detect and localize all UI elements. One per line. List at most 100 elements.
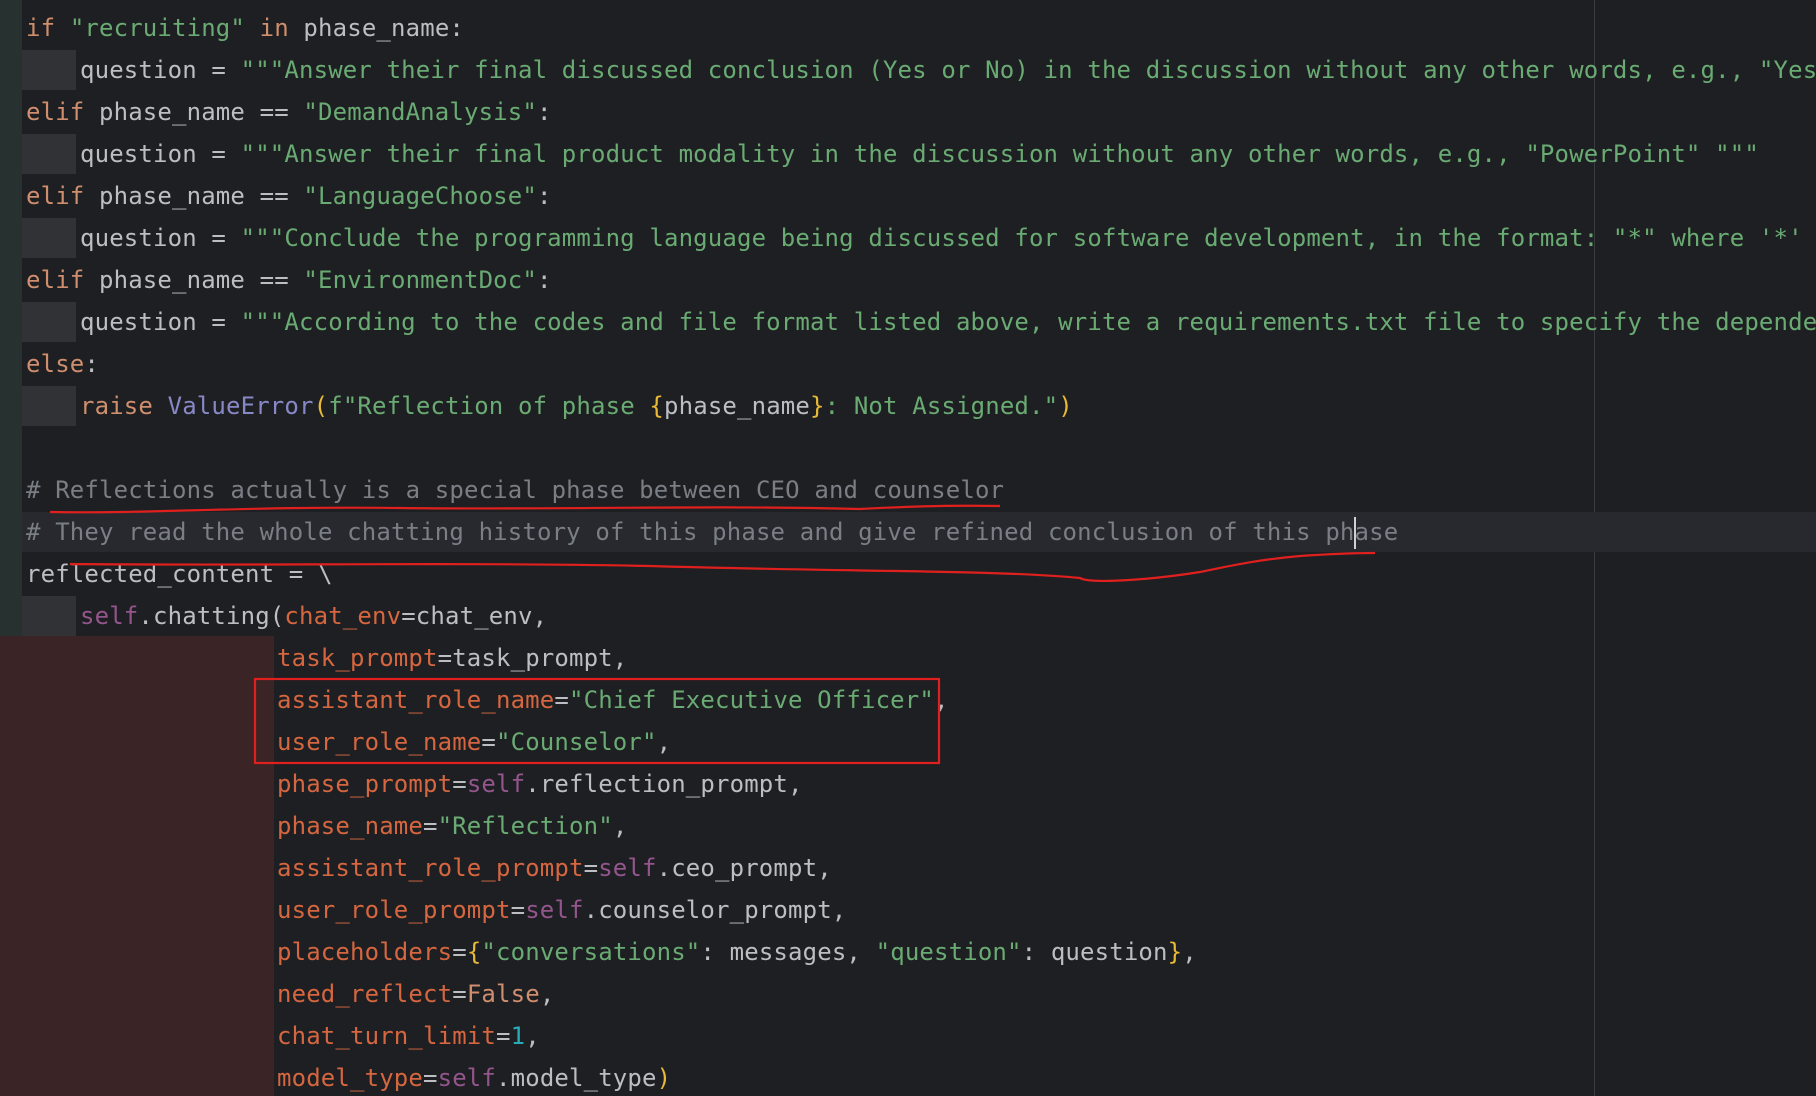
indent-guide <box>22 218 76 258</box>
code-token: phase_name == <box>99 98 304 126</box>
code-line[interactable]: reflected_content = \ <box>26 553 333 595</box>
code-token: assistant_role_prompt <box>277 854 584 882</box>
code-token: "Counselor" <box>496 728 657 756</box>
code-token: "conversations" <box>481 938 701 966</box>
code-token: question = <box>80 224 241 252</box>
code-token: , <box>525 1022 540 1050</box>
indent-guide <box>22 386 76 426</box>
code-line[interactable]: task_prompt=task_prompt, <box>277 637 627 679</box>
code-token: ase <box>1354 518 1399 546</box>
code-token: question = <box>80 140 241 168</box>
code-token: user_role_name <box>277 728 482 756</box>
code-token: { <box>466 938 482 966</box>
code-line[interactable]: else: <box>26 343 99 385</box>
code-token: question = <box>80 56 241 84</box>
code-token: = <box>583 854 599 882</box>
code-token: .counselor_prompt, <box>583 896 847 924</box>
code-token: need_reflect <box>277 980 453 1008</box>
code-line[interactable]: if "recruiting" in phase_name: <box>26 7 464 49</box>
code-token: # Reflections actually is a special phas… <box>26 476 1005 504</box>
code-token: : <box>84 350 100 378</box>
code-token: : question <box>1021 938 1168 966</box>
code-line[interactable]: user_role_name="Counselor", <box>277 721 671 763</box>
code-token: ) <box>656 1064 672 1092</box>
code-token: self <box>525 896 584 924</box>
code-token: "recruiting" <box>69 14 246 42</box>
code-token: "Reflection" <box>437 812 613 840</box>
code-line[interactable]: self.chatting(chat_env=chat_env, <box>22 595 547 637</box>
code-token: "LanguageChoose" <box>303 182 537 210</box>
code-token: else <box>26 350 85 378</box>
code-line[interactable]: need_reflect=False, <box>277 973 554 1015</box>
code-token: phase_name <box>664 392 811 420</box>
code-token: placeholders <box>277 938 453 966</box>
code-token: task_prompt <box>277 644 438 672</box>
code-token: phase_name == <box>99 182 304 210</box>
code-token: chat_env <box>284 602 402 630</box>
code-token: model_type <box>277 1064 423 1092</box>
code-token: = <box>452 980 467 1008</box>
code-token: "Chief Executive Officer" <box>569 686 934 714</box>
code-line[interactable]: user_role_prompt=self.counselor_prompt, <box>277 889 846 931</box>
code-token: 1 <box>510 1022 526 1050</box>
code-token: elif <box>26 98 99 126</box>
code-token: user_role_prompt <box>277 896 511 924</box>
code-token: f"Reflection of phase <box>328 392 650 420</box>
code-line[interactable]: elif phase_name == "DemandAnalysis": <box>26 91 552 133</box>
code-line[interactable]: placeholders={"conversations": messages,… <box>277 931 1197 973</box>
code-token: , <box>1182 938 1197 966</box>
code-line[interactable]: assistant_role_prompt=self.ceo_prompt, <box>277 847 832 889</box>
code-token: in <box>245 14 304 42</box>
code-line[interactable]: question = """Conclude the programming l… <box>22 217 1816 259</box>
code-line[interactable]: question = """Answer their final discuss… <box>22 49 1816 91</box>
code-token: = <box>423 1064 438 1092</box>
code-line[interactable]: chat_turn_limit=1, <box>277 1015 540 1057</box>
code-token: .chatting( <box>138 602 285 630</box>
code-token: question = <box>80 308 241 336</box>
code-token: ( <box>313 392 329 420</box>
code-token: } <box>1167 938 1183 966</box>
code-token: False <box>466 980 540 1008</box>
code-token: ) <box>1058 392 1073 420</box>
code-token: "question" <box>875 938 1022 966</box>
code-line[interactable]: raise ValueError(f"Reflection of phase {… <box>22 385 1073 427</box>
code-token: chat_turn_limit <box>277 1022 496 1050</box>
code-token: = <box>423 812 438 840</box>
code-line[interactable]: assistant_role_name="Chief Executive Off… <box>277 679 949 721</box>
code-token: { <box>649 392 665 420</box>
code-token: } <box>810 392 825 420</box>
code-token: raise <box>80 392 168 420</box>
gutter-upper <box>0 0 22 636</box>
code-line[interactable]: elif phase_name == "EnvironmentDoc": <box>26 259 552 301</box>
code-token: = <box>510 896 526 924</box>
code-token: .ceo_prompt, <box>656 854 832 882</box>
indent-guide <box>22 302 76 342</box>
code-editor[interactable]: if "recruiting" in phase_name: question =… <box>0 0 1816 1096</box>
code-token: phase_name == <box>99 266 304 294</box>
code-token: ValueError <box>167 392 314 420</box>
code-line[interactable]: # They read the whole chatting history o… <box>26 511 1398 553</box>
code-token: assistant_role_name <box>277 686 555 714</box>
code-token: self <box>437 1064 497 1092</box>
code-token: self <box>466 770 526 798</box>
code-token: self <box>598 854 657 882</box>
code-line[interactable]: phase_name="Reflection", <box>277 805 627 847</box>
code-token: =task_prompt, <box>437 644 628 672</box>
code-token: self <box>80 602 139 630</box>
changed-lines-highlight <box>0 636 274 1096</box>
code-line[interactable]: elif phase_name == "LanguageChoose": <box>26 175 552 217</box>
code-token: elif <box>26 266 99 294</box>
code-line[interactable]: phase_prompt=self.reflection_prompt, <box>277 763 803 805</box>
code-token: """Answer their final product modality i… <box>240 140 1759 168</box>
code-line[interactable]: question = """According to the codes and… <box>22 301 1816 343</box>
code-token: # They read the whole chatting history o… <box>26 518 1355 546</box>
code-line[interactable]: # Reflections actually is a special phas… <box>26 469 1004 511</box>
code-token: : Not Assigned." <box>824 392 1059 420</box>
code-token: "EnvironmentDoc" <box>303 266 537 294</box>
code-token: , <box>656 728 672 756</box>
code-line[interactable]: model_type=self.model_type) <box>277 1057 671 1096</box>
code-line[interactable]: question = """Answer their final product… <box>22 133 1759 175</box>
code-token: "DemandAnalysis" <box>303 98 537 126</box>
code-token: = <box>496 1022 511 1050</box>
code-token: , <box>933 686 949 714</box>
